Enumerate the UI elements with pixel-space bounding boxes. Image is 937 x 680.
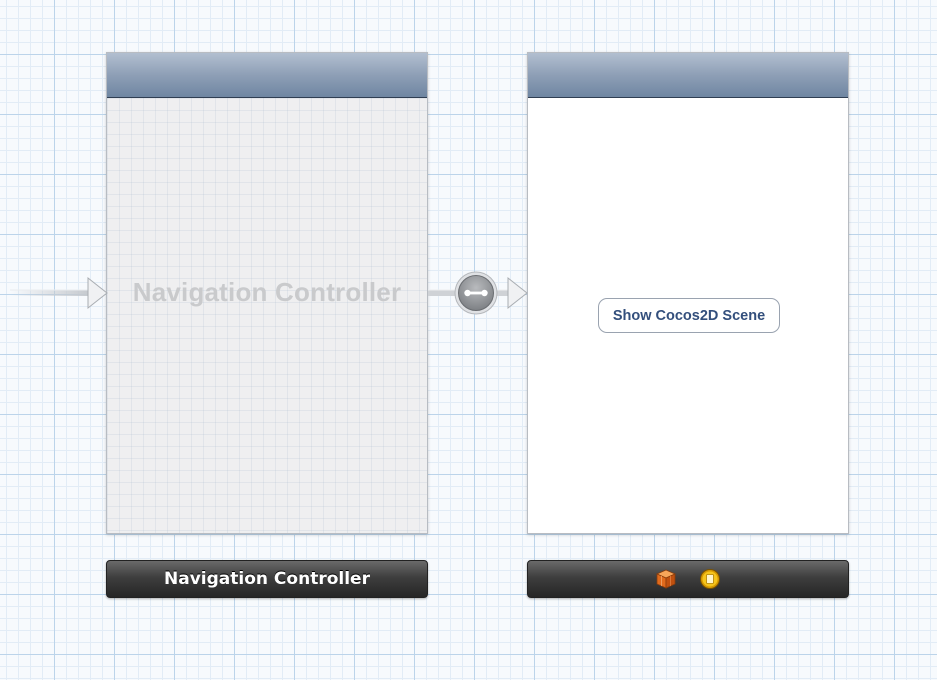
navigation-bar: [107, 53, 427, 98]
navigation-controller-dock[interactable]: Navigation Controller: [106, 560, 428, 598]
navigation-bar[interactable]: [528, 53, 848, 98]
root-view-controller-scene[interactable]: Show Cocos2D Scene: [527, 52, 849, 534]
view-controller-dock[interactable]: [527, 560, 849, 598]
view-placeholder-grid: [107, 98, 427, 533]
scene-placeholder-title: Navigation Controller: [132, 277, 402, 307]
dock-label: Navigation Controller: [164, 569, 370, 589]
relationship-segue-connector[interactable]: [428, 271, 528, 315]
view-controller-icon[interactable]: [655, 568, 677, 590]
initial-view-controller-arrow-icon[interactable]: [10, 276, 108, 310]
first-responder-icon[interactable]: [699, 568, 721, 590]
show-cocos2d-scene-button[interactable]: Show Cocos2D Scene: [598, 298, 780, 333]
navigation-controller-scene[interactable]: Navigation Controller: [106, 52, 428, 534]
relationship-segue-icon[interactable]: [454, 271, 498, 315]
